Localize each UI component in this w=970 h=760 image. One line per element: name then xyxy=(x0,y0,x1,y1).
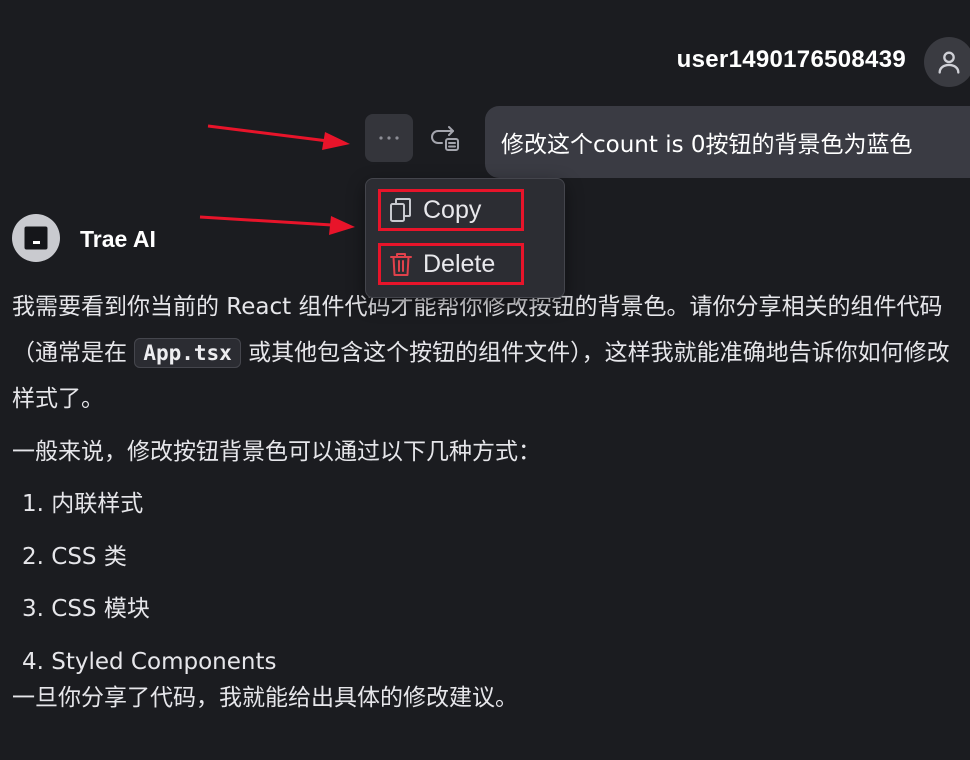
user-avatar[interactable] xyxy=(924,37,970,87)
copy-label: Copy xyxy=(423,195,482,224)
copy-icon xyxy=(390,198,411,222)
annotation-arrow-bottom xyxy=(199,215,355,235)
response-paragraph-3: 一旦你分享了代码，我就能给出具体的修改建议。 xyxy=(12,684,518,711)
assistant-avatar xyxy=(12,214,60,262)
list-item: 1. 内联样式 xyxy=(22,491,144,517)
response-paragraph-1: 我需要看到你当前的 React 组件代码才能帮你修改按钮的背景色。请你分享相关的… xyxy=(12,284,962,422)
response-paragraph-2: 一般来说，修改按钮背景色可以通过以下几种方式： xyxy=(12,439,541,465)
person-icon xyxy=(938,51,960,74)
list-item: 3. CSS 模块 xyxy=(22,596,150,622)
copy-menu-item[interactable]: Copy xyxy=(378,189,524,231)
more-options-button[interactable] xyxy=(365,114,413,162)
list-item: 2. CSS 类 xyxy=(22,543,127,570)
user-message-bubble: 修改这个count is 0按钮的背景色为蓝色 xyxy=(485,106,970,178)
assistant-response: 我需要看到你当前的 React 组件代码才能帮你修改按钮的背景色。请你分享相关的… xyxy=(12,284,962,714)
assistant-name: Trae AI xyxy=(80,226,156,252)
user-name: user1490176508439 xyxy=(676,46,906,73)
delete-menu-item[interactable]: Delete xyxy=(378,243,524,285)
list-item: 4. Styled Components xyxy=(22,648,277,675)
redo-icon xyxy=(431,126,459,151)
methods-list: 1. 内联样式 2. CSS 类 3. CSS 模块 4. Styled Com… xyxy=(12,488,962,678)
inline-code-filename: App.tsx xyxy=(134,338,241,368)
annotation-arrow-top xyxy=(207,124,350,150)
delete-label: Delete xyxy=(423,249,496,278)
terminal-icon xyxy=(24,226,48,250)
trash-icon xyxy=(390,253,412,276)
ellipsis-icon xyxy=(379,136,399,140)
message-context-menu: Copy Delete xyxy=(365,178,565,298)
resend-button[interactable] xyxy=(428,122,462,154)
